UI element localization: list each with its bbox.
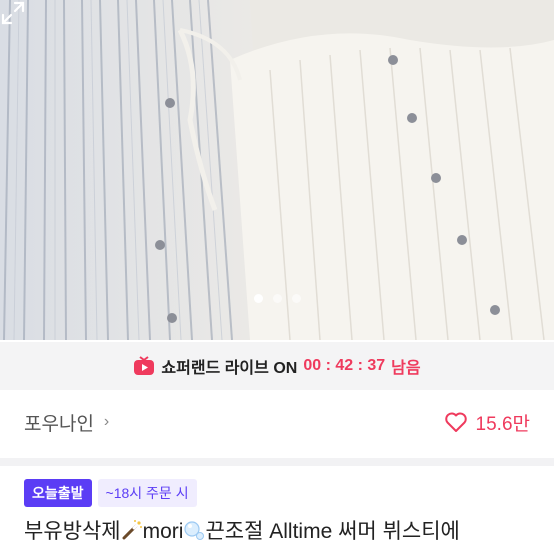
carousel-dot[interactable]: [253, 294, 263, 303]
carousel-dots: [0, 294, 554, 303]
store-row: 포우나인 › 15.6만: [0, 392, 554, 452]
live-label: 쇼퍼랜드 라이브 ON: [161, 360, 298, 377]
magic-wand-icon: [122, 520, 142, 540]
chevron-right-icon: ›: [103, 413, 110, 430]
product-image[interactable]: [0, 0, 554, 340]
like-count: 15.6만: [475, 413, 530, 435]
title-text-3: 끈조절 Alltime 써머 뷔스티에: [205, 520, 460, 543]
carousel-dot[interactable]: [272, 294, 282, 303]
expand-icon[interactable]: [0, 0, 26, 26]
live-countdown-suffix: 남음: [391, 360, 421, 377]
product-title: 부유방삭제 mori 끈조절 Alltime 써머 뷔스티에: [24, 515, 544, 545]
live-tv-icon: [134, 356, 155, 375]
title-text-2: mori: [142, 520, 184, 543]
delivery-badges: 오늘출발 ~18시 주문 시: [24, 479, 197, 507]
live-banner[interactable]: 쇼퍼랜드 라이브 ON 00 : 42 : 37 남음: [0, 342, 554, 390]
heart-icon: [444, 412, 467, 432]
live-countdown: 00 : 42 : 37: [303, 357, 386, 374]
title-text-1: 부유방삭제: [24, 520, 121, 543]
carousel-dot[interactable]: [291, 294, 301, 303]
product-photo: [0, 0, 554, 340]
store-link[interactable]: 포우나인 ›: [24, 409, 109, 436]
like-button[interactable]: 15.6만: [444, 409, 530, 436]
store-name: 포우나인: [24, 413, 94, 435]
order-deadline-badge: ~18시 주문 시: [97, 479, 197, 507]
section-divider: [0, 458, 554, 466]
bubbles-icon: [184, 521, 205, 540]
today-shipping-badge: 오늘출발: [24, 479, 92, 507]
